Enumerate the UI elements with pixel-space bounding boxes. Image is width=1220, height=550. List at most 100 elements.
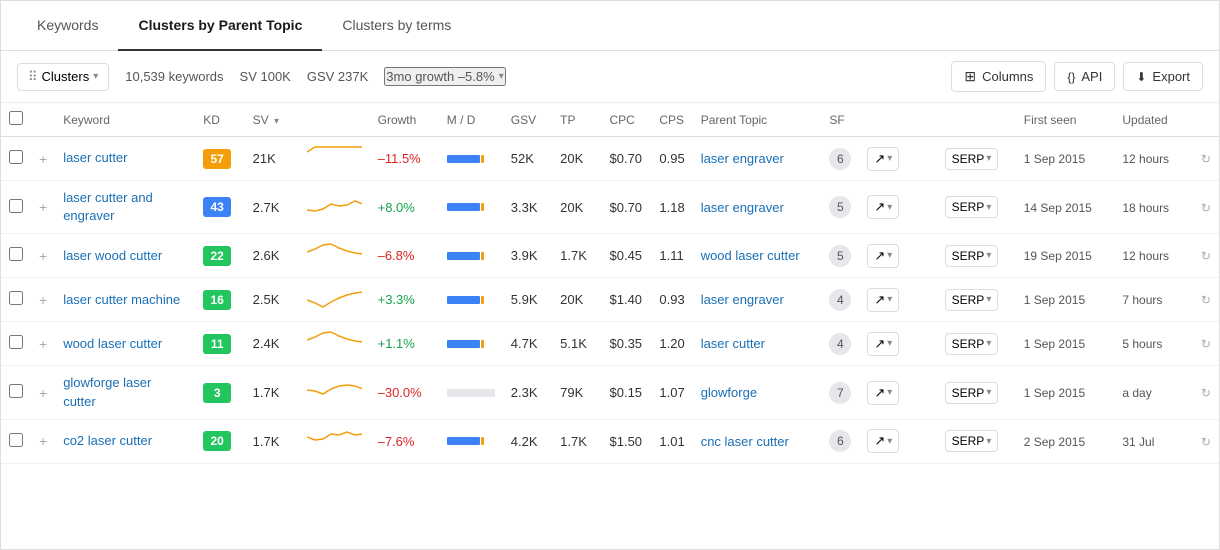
serp-button-4[interactable]: SERP▾ xyxy=(945,333,999,355)
keyword-link-1[interactable]: laser cutter and engraver xyxy=(63,190,153,223)
serp-button-2[interactable]: SERP▾ xyxy=(945,245,999,267)
kd-badge-0: 57 xyxy=(203,149,231,169)
sparkline-3 xyxy=(299,278,370,322)
trend-chevron-0: ▾ xyxy=(887,153,892,164)
tab-clusters-parent[interactable]: Clusters by Parent Topic xyxy=(118,1,322,51)
serp-button-1[interactable]: SERP▾ xyxy=(945,196,999,218)
tp-value-1: 20K xyxy=(560,200,583,215)
serp-button-6[interactable]: SERP▾ xyxy=(945,430,999,452)
keyword-link-0[interactable]: laser cutter xyxy=(63,150,127,165)
refresh-icon-2[interactable]: ↻ xyxy=(1201,249,1211,263)
th-sv[interactable]: SV ▾ xyxy=(245,103,299,137)
add-row-button-6[interactable]: + xyxy=(39,433,47,449)
md-bar-2 xyxy=(439,234,503,278)
parent-link-2[interactable]: wood laser cutter xyxy=(701,248,800,263)
cps-value-1: 1.18 xyxy=(659,200,684,215)
sparkline-6 xyxy=(299,419,370,463)
row-checkbox-3[interactable] xyxy=(9,291,23,305)
parent-link-1[interactable]: laser engraver xyxy=(701,200,784,215)
clusters-button[interactable]: ⠿ Clusters ▾ xyxy=(17,63,109,91)
refresh-icon-5[interactable]: ↻ xyxy=(1201,386,1211,400)
trend-button-6[interactable]: ↗▾ xyxy=(867,429,899,453)
trend-button-4[interactable]: ↗▾ xyxy=(867,332,899,356)
kd-badge-3: 16 xyxy=(203,290,231,310)
trend-button-5[interactable]: ↗▾ xyxy=(867,381,899,405)
refresh-icon-6[interactable]: ↻ xyxy=(1201,435,1211,449)
sv-value-3: 2.5K xyxy=(253,292,280,307)
sparkline-5 xyxy=(299,366,370,419)
trend-button-2[interactable]: ↗▾ xyxy=(867,244,899,268)
trend-chevron-2: ▾ xyxy=(887,250,892,261)
refresh-icon-1[interactable]: ↻ xyxy=(1201,201,1211,215)
parent-link-5[interactable]: glowforge xyxy=(701,385,757,400)
row-checkbox-5[interactable] xyxy=(9,384,23,398)
serp-button-5[interactable]: SERP▾ xyxy=(945,382,999,404)
add-row-button-2[interactable]: + xyxy=(39,248,47,264)
sv-value-5: 1.7K xyxy=(253,385,280,400)
trend-button-3[interactable]: ↗▾ xyxy=(867,288,899,312)
refresh-icon-4[interactable]: ↻ xyxy=(1201,337,1211,351)
th-cps: CPS xyxy=(651,103,692,137)
trend-chevron-1: ▾ xyxy=(887,202,892,213)
trend-button-1[interactable]: ↗▾ xyxy=(867,195,899,219)
keyword-link-4[interactable]: wood laser cutter xyxy=(63,336,162,351)
keyword-link-3[interactable]: laser cutter machine xyxy=(63,292,180,307)
growth-value-0: –11.5% xyxy=(378,151,421,166)
growth-value-6: –7.6% xyxy=(378,434,415,449)
add-row-button-1[interactable]: + xyxy=(39,199,47,215)
gsv-value-4: 4.7K xyxy=(511,336,538,351)
trend-chevron-6: ▾ xyxy=(887,436,892,447)
add-row-button-5[interactable]: + xyxy=(39,385,47,401)
th-firstseen: First seen xyxy=(1016,103,1115,137)
table-wrapper: Keyword KD SV ▾ Growth M / D GSV TP CPC … xyxy=(1,103,1219,550)
firstseen-value-2: 19 Sep 2015 xyxy=(1024,249,1092,263)
refresh-icon-0[interactable]: ↻ xyxy=(1201,152,1211,166)
parent-link-4[interactable]: laser cutter xyxy=(701,336,765,351)
trend-chevron-4: ▾ xyxy=(887,338,892,349)
firstseen-value-5: 1 Sep 2015 xyxy=(1024,386,1085,400)
toolbar-right: ⊞ Columns {} API ⬇ Export xyxy=(951,61,1203,92)
toolbar: ⠿ Clusters ▾ 10,539 keywords SV 100K GSV… xyxy=(1,51,1219,103)
row-checkbox-1[interactable] xyxy=(9,199,23,213)
add-row-button-0[interactable]: + xyxy=(39,151,47,167)
growth-button[interactable]: 3mo growth –5.8% ▾ xyxy=(384,67,505,86)
sf-badge-3: 4 xyxy=(829,289,851,311)
growth-value-5: –30.0% xyxy=(378,385,422,400)
refresh-icon-3[interactable]: ↻ xyxy=(1201,293,1211,307)
row-checkbox-2[interactable] xyxy=(9,247,23,261)
parent-link-3[interactable]: laser engraver xyxy=(701,292,784,307)
trend-button-0[interactable]: ↗▾ xyxy=(867,147,899,171)
th-cpc: CPC xyxy=(602,103,652,137)
updated-value-6: 31 Jul xyxy=(1122,435,1154,449)
select-all-checkbox[interactable] xyxy=(9,111,23,125)
firstseen-value-3: 1 Sep 2015 xyxy=(1024,293,1085,307)
add-row-button-3[interactable]: + xyxy=(39,292,47,308)
row-checkbox-0[interactable] xyxy=(9,150,23,164)
cps-value-3: 0.93 xyxy=(659,292,684,307)
add-row-button-4[interactable]: + xyxy=(39,336,47,352)
keyword-link-6[interactable]: co2 laser cutter xyxy=(63,433,152,448)
table-row: + laser cutter 57 21K –11.5% 52K 20K $0.… xyxy=(1,137,1219,181)
parent-link-0[interactable]: laser engraver xyxy=(701,151,784,166)
serp-button-0[interactable]: SERP▾ xyxy=(945,148,999,170)
keyword-link-2[interactable]: laser wood cutter xyxy=(63,248,162,263)
columns-button[interactable]: ⊞ Columns xyxy=(951,61,1046,92)
gsv-value-6: 4.2K xyxy=(511,434,538,449)
cps-value-2: 1.11 xyxy=(659,248,683,263)
md-bar-3 xyxy=(439,278,503,322)
cps-value-4: 1.20 xyxy=(659,336,684,351)
tab-clusters-terms[interactable]: Clusters by terms xyxy=(322,1,471,51)
md-bar-5 xyxy=(439,366,503,419)
export-button[interactable]: ⬇ Export xyxy=(1123,62,1203,91)
row-checkbox-6[interactable] xyxy=(9,433,23,447)
sparkline-1 xyxy=(299,181,370,234)
api-button[interactable]: {} API xyxy=(1054,62,1115,91)
th-gsv: GSV xyxy=(503,103,552,137)
tab-keywords[interactable]: Keywords xyxy=(17,1,118,51)
gsv-value-1: 3.3K xyxy=(511,200,538,215)
parent-link-6[interactable]: cnc laser cutter xyxy=(701,434,789,449)
serp-button-3[interactable]: SERP▾ xyxy=(945,289,999,311)
keyword-link-5[interactable]: glowforge laser cutter xyxy=(63,375,151,408)
keywords-table: Keyword KD SV ▾ Growth M / D GSV TP CPC … xyxy=(1,103,1219,464)
row-checkbox-4[interactable] xyxy=(9,335,23,349)
